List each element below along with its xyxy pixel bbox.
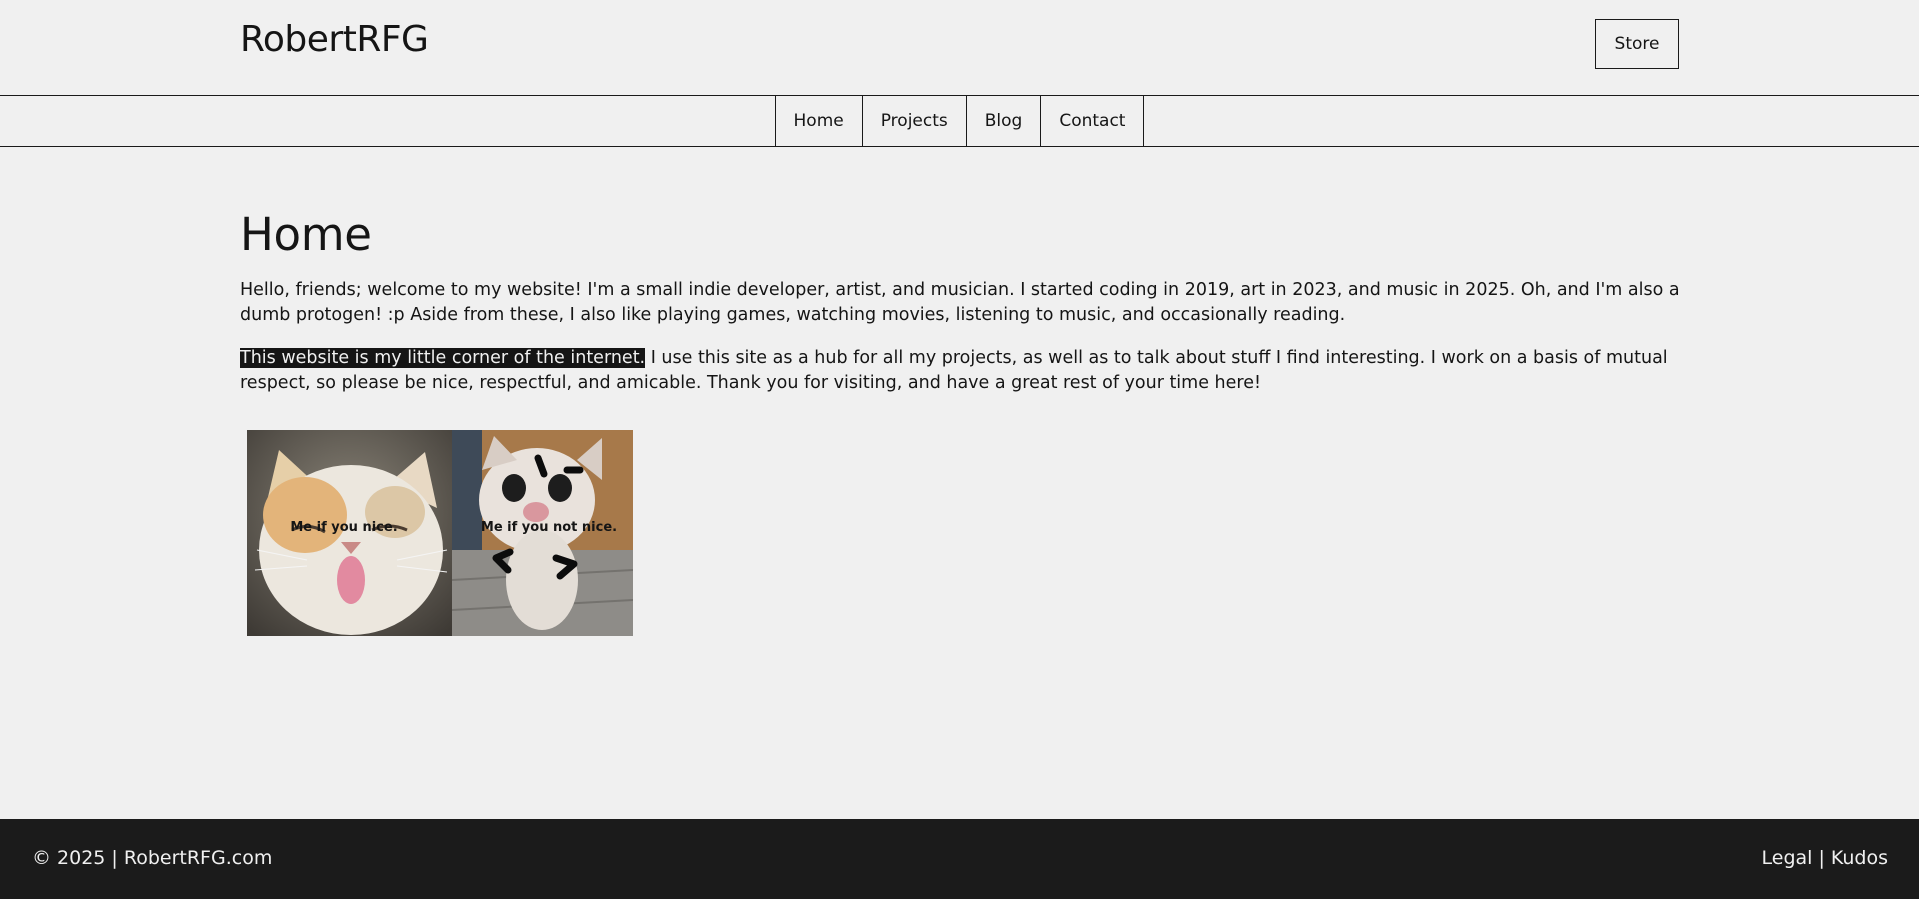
page-title: Home xyxy=(240,208,372,261)
nav-item-home[interactable]: Home xyxy=(776,96,863,146)
highlighted-text: This website is my little corner of the … xyxy=(240,348,646,368)
copyright-text: © 2025 | RobertRFG.com xyxy=(32,847,273,869)
nav-item-projects[interactable]: Projects xyxy=(863,96,967,146)
about-paragraph: This website is my little corner of the … xyxy=(240,346,1680,395)
caption-not-nice: Me if you not nice. xyxy=(480,520,618,535)
site-title[interactable]: RobertRFG xyxy=(240,19,429,60)
nav-list: Home Projects Blog Contact xyxy=(774,96,1145,146)
footer-separator: | xyxy=(1818,847,1825,869)
store-button[interactable]: Store xyxy=(1595,19,1679,69)
caption-nice: Me if you nice. xyxy=(290,520,398,535)
site-header: RobertRFG Store xyxy=(0,0,1919,95)
nav-item-contact[interactable]: Contact xyxy=(1041,96,1145,146)
main-content: Home Hello, friends; welcome to my websi… xyxy=(240,147,1680,636)
nav-item-blog[interactable]: Blog xyxy=(967,96,1042,146)
kudos-link[interactable]: Kudos xyxy=(1831,847,1888,869)
legal-link[interactable]: Legal xyxy=(1762,847,1813,869)
site-footer: © 2025 | RobertRFG.com Legal | Kudos xyxy=(0,819,1919,899)
footer-links: Legal | Kudos xyxy=(1762,847,1888,869)
main-navigation: Home Projects Blog Contact xyxy=(0,95,1919,147)
intro-paragraph: Hello, friends; welcome to my website! I… xyxy=(240,280,1680,325)
